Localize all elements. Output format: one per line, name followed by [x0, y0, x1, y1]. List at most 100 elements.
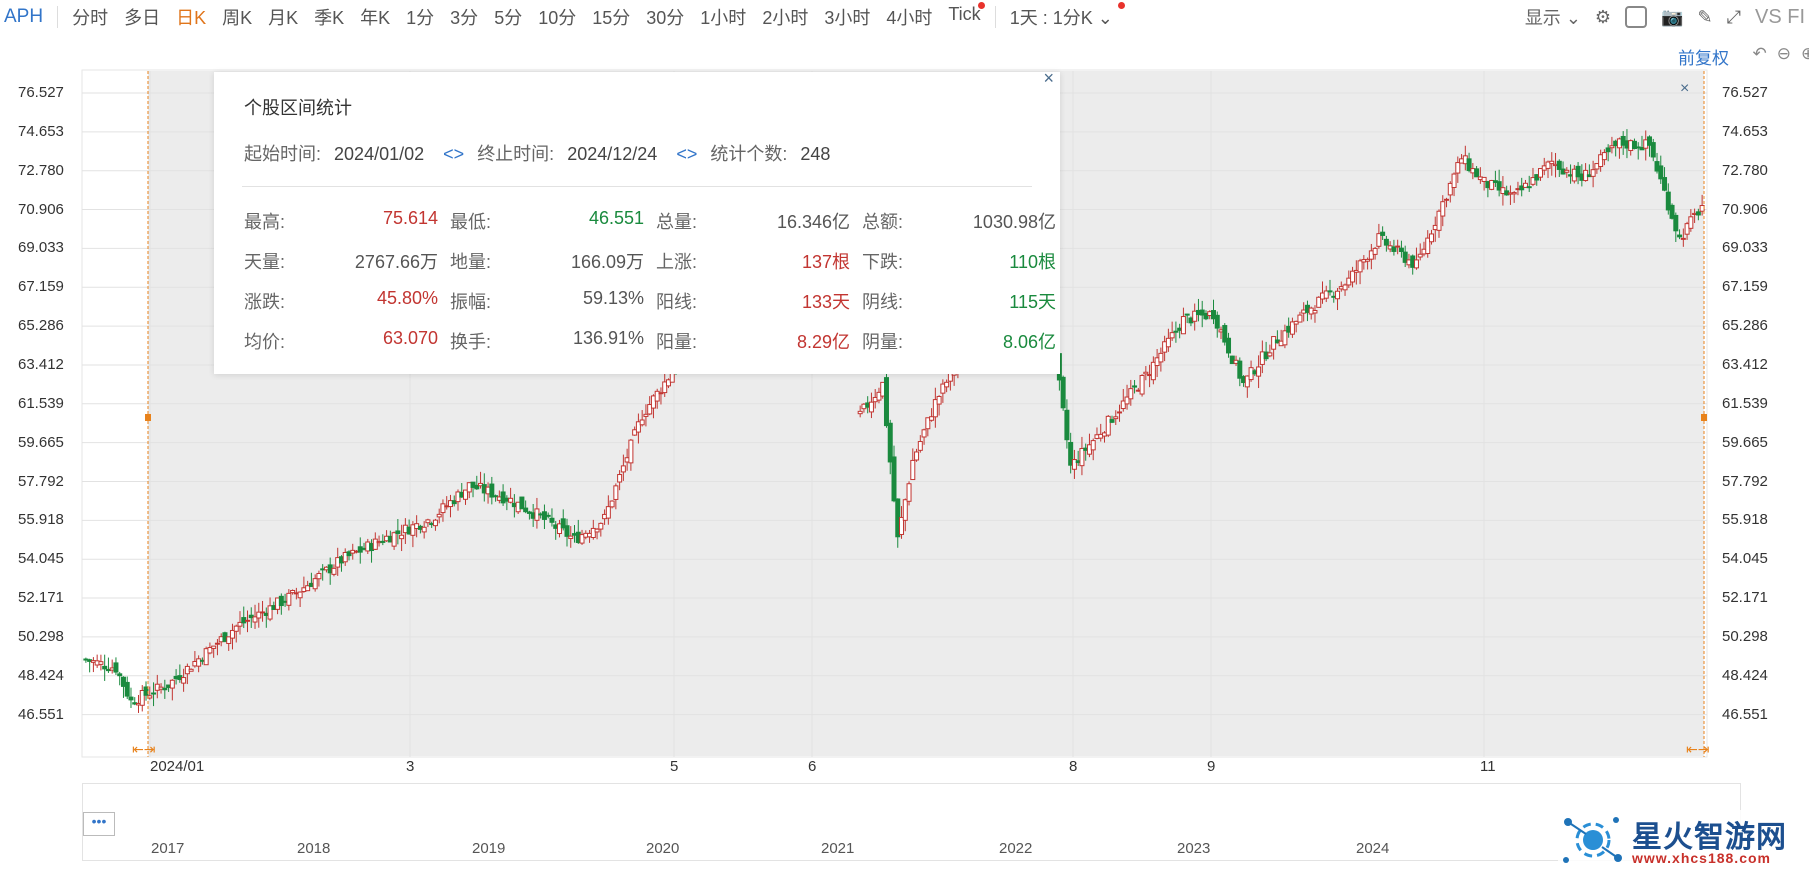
stat-label: 地量: — [450, 248, 491, 274]
stat-label: 阳量: — [656, 328, 697, 354]
y-tick-label: 59.665 — [1722, 434, 1792, 451]
y-tick-label: 50.298 — [1722, 628, 1792, 645]
navigator-year-label: 2019 — [472, 840, 505, 857]
y-tick-label: 74.653 — [18, 123, 88, 140]
y-tick-label: 67.159 — [1722, 278, 1792, 295]
y-tick-label: 63.412 — [18, 356, 88, 373]
stat-label: 振幅: — [450, 288, 491, 314]
stat-value: 16.346亿 — [726, 208, 850, 234]
count-label: 统计个数: — [710, 144, 787, 164]
panel-title: 个股区间统计 — [244, 94, 352, 120]
end-adjust-icon[interactable]: <> — [676, 144, 697, 164]
stat-value: 8.29亿 — [726, 328, 850, 354]
stat-value: 8.06亿 — [932, 328, 1056, 354]
candle — [610, 500, 614, 508]
stat-value: 75.614 — [314, 208, 438, 229]
stat-label: 最低: — [450, 208, 491, 234]
stat-label: 最高: — [244, 208, 285, 234]
x-tick-label: 6 — [808, 758, 816, 775]
y-tick-label: 54.045 — [1722, 550, 1792, 567]
count-value: 248 — [800, 144, 830, 164]
candle — [1106, 415, 1110, 437]
y-tick-label: 61.539 — [18, 395, 88, 412]
stat-value: 136.91% — [520, 328, 644, 349]
stat-label: 阳线: — [656, 288, 697, 314]
stat-value: 1030.98亿 — [932, 208, 1056, 234]
range-navigator[interactable]: ••• 20172018201920202021202220232024 — [82, 783, 1741, 861]
end-date[interactable]: 2024/12/24 — [567, 144, 657, 164]
navigator-year-label: 2020 — [646, 840, 679, 857]
y-tick-label: 55.918 — [1722, 511, 1792, 528]
y-tick-label: 76.527 — [1722, 84, 1792, 101]
stat-label: 下跌: — [862, 248, 903, 274]
y-tick-label: 74.653 — [1722, 123, 1792, 140]
selection-close-icon[interactable]: × — [1680, 80, 1689, 97]
close-icon[interactable]: × — [1043, 68, 1054, 89]
navigator-year-label: 2022 — [999, 840, 1032, 857]
candle — [1061, 376, 1065, 411]
y-tick-label: 72.780 — [18, 162, 88, 179]
y-tick-label: 57.792 — [18, 473, 88, 490]
period-row: 起始时间: 2024/01/02 <> 终止时间: 2024/12/24 <> … — [244, 140, 844, 166]
candle — [1140, 374, 1144, 396]
y-tick-label: 50.298 — [18, 628, 88, 645]
y-tick-label: 52.171 — [18, 589, 88, 606]
stat-value: 63.070 — [314, 328, 438, 349]
stat-label: 换手: — [450, 328, 491, 354]
stat-value: 59.13% — [520, 288, 644, 309]
stat-value: 133天 — [726, 288, 850, 314]
start-adjust-icon[interactable]: <> — [443, 144, 464, 164]
y-tick-label: 69.033 — [18, 239, 88, 256]
y-tick-label: 59.665 — [18, 434, 88, 451]
divider — [242, 186, 1032, 187]
candle — [520, 497, 524, 509]
selection-end-arrows[interactable]: ⇤⇥ — [1686, 741, 1709, 757]
more-button[interactable]: ••• — [83, 812, 115, 836]
x-tick-label: 8 — [1069, 758, 1077, 775]
navigator-year-label: 2017 — [151, 840, 184, 857]
y-tick-label: 48.424 — [18, 667, 88, 684]
watermark-url: www.xhcs188.com — [1632, 850, 1771, 866]
stat-value: 115天 — [932, 288, 1056, 314]
stat-label: 上涨: — [656, 248, 697, 274]
y-tick-label: 67.159 — [18, 278, 88, 295]
interval-stats-panel: 个股区间统计 × 起始时间: 2024/01/02 <> 终止时间: 2024/… — [214, 72, 1060, 374]
stat-label: 涨跌: — [244, 288, 285, 314]
stat-label: 总量: — [656, 208, 697, 234]
navigator-year-label: 2021 — [821, 840, 854, 857]
y-tick-label: 76.527 — [18, 84, 88, 101]
x-tick-label: 3 — [406, 758, 414, 775]
navigator-year-label: 2024 — [1356, 840, 1389, 857]
start-date[interactable]: 2024/01/02 — [334, 144, 424, 164]
stat-label: 总额: — [862, 208, 903, 234]
stat-label: 天量: — [244, 248, 285, 274]
y-tick-label: 61.539 — [1722, 395, 1792, 412]
y-tick-label: 54.045 — [18, 550, 88, 567]
stat-value: 45.80% — [314, 288, 438, 309]
stat-label: 阴线: — [862, 288, 903, 314]
stat-label: 均价: — [244, 328, 285, 354]
selection-start-handle[interactable] — [145, 414, 151, 421]
watermark-logo-icon — [1558, 810, 1628, 870]
selection-end-handle[interactable] — [1701, 414, 1707, 421]
stat-value: 110根 — [932, 248, 1056, 274]
x-tick-label: 9 — [1207, 758, 1215, 775]
candle — [884, 372, 888, 428]
y-tick-label: 65.286 — [1722, 317, 1792, 334]
selection-start-arrows[interactable]: ⇤⇥ — [132, 741, 155, 757]
y-tick-label: 46.551 — [18, 706, 88, 723]
stat-value: 166.09万 — [520, 248, 644, 274]
watermark: 星火智游网 www.xhcs188.com — [1558, 810, 1808, 870]
y-tick-label: 65.286 — [18, 317, 88, 334]
stat-value: 2767.66万 — [314, 248, 438, 274]
x-tick-label: 11 — [1480, 758, 1496, 775]
stat-value: 137根 — [726, 248, 850, 274]
end-label: 终止时间: — [477, 144, 554, 164]
y-tick-label: 70.906 — [18, 201, 88, 218]
y-tick-label: 70.906 — [1722, 201, 1792, 218]
y-tick-label: 72.780 — [1722, 162, 1792, 179]
x-tick-label: 2024/01 — [150, 758, 204, 775]
y-tick-label: 63.412 — [1722, 356, 1792, 373]
navigator-year-label: 2018 — [297, 840, 330, 857]
y-tick-label: 52.171 — [1722, 589, 1792, 606]
